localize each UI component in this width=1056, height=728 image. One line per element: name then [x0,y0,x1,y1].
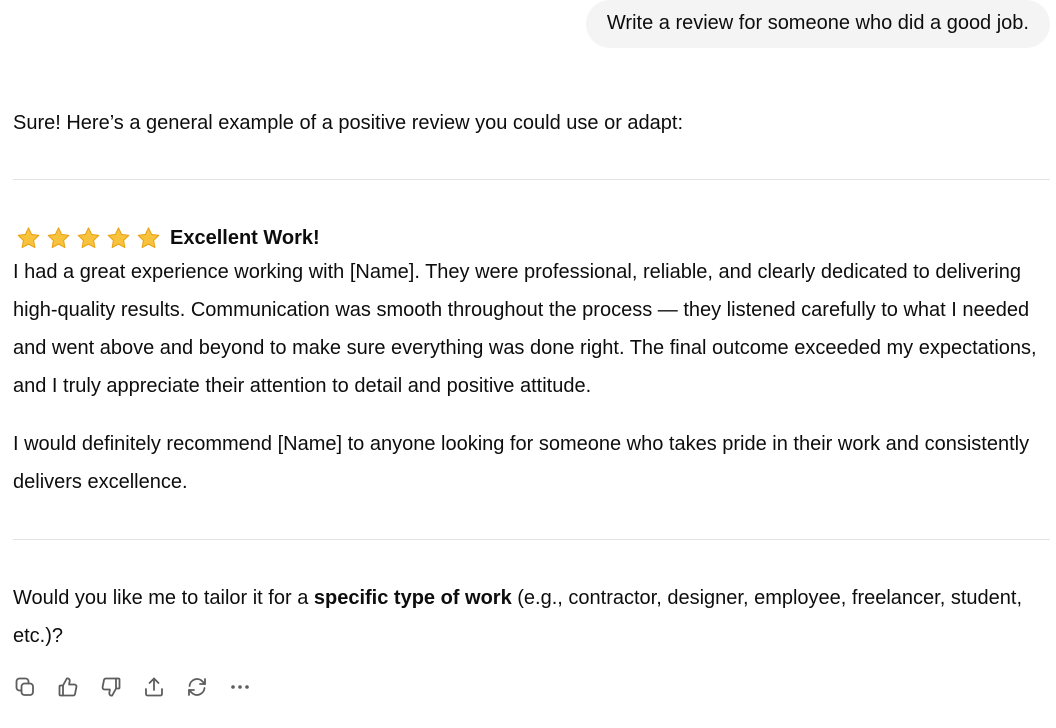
message-actions [13,672,1050,702]
review-heading: Excellent Work! [13,223,1050,253]
good-response-button[interactable] [56,672,99,702]
share-icon [145,677,163,697]
regenerate-button[interactable] [185,672,228,702]
copy-icon [15,677,34,696]
review-block: Excellent Work! I had a great experience… [13,223,1050,501]
star-icon [16,226,41,251]
copy-button[interactable] [13,672,56,702]
question-bold-text: specific type of work [313,587,512,609]
follow-up-question: Would you like me to tailor it for a spe… [13,579,1050,655]
more-options-button[interactable] [228,672,271,702]
divider [13,179,1050,180]
bad-response-button[interactable] [99,672,142,702]
review-paragraph-2: I would definitely recommend [Name] to a… [13,433,1030,493]
review-title: Excellent Work! [170,226,320,249]
review-paragraph-1: I had a great experience working with [N… [13,261,1037,397]
star-rating [16,226,161,251]
user-message-row: Write a review for someone who did a goo… [585,0,1050,48]
star-icon [46,226,71,251]
share-button[interactable] [142,672,185,702]
star-icon [76,226,101,251]
assistant-intro: Sure! Here’s a general example of a posi… [13,112,684,134]
star-icon [106,226,131,251]
regenerate-icon [188,678,206,696]
divider [13,539,1050,540]
question-text-start: Would you like me to tailor it for a [13,587,314,609]
star-icon [136,226,161,251]
assistant-message: Sure! Here’s a general example of a posi… [13,104,1050,702]
user-message-bubble: Write a review for someone who did a goo… [585,0,1050,48]
thumbs-down-icon [101,677,121,697]
thumbs-up-icon [58,677,78,697]
more-icon [231,685,249,689]
